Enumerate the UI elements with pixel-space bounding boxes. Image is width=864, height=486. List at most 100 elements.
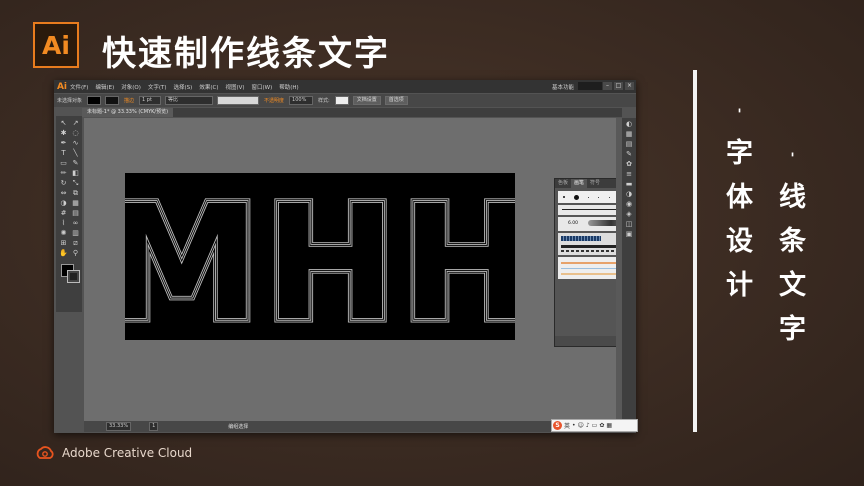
status-bar: 33.33% 1 编组选择 <box>84 421 622 432</box>
brushes-panel-icon[interactable]: ✎ <box>624 150 634 158</box>
tick-mark: ' <box>790 151 795 167</box>
color-panel-icon[interactable]: ◐ <box>624 120 634 128</box>
rectangle-tool-icon[interactable]: ▭ <box>59 159 68 167</box>
zoom-level-field[interactable]: 33.33% <box>106 422 132 431</box>
hand-tool-icon[interactable]: ✋ <box>59 249 68 257</box>
ime-skin-icon[interactable]: ✿ <box>599 422 604 429</box>
symbols-panel-icon[interactable]: ✿ <box>624 160 634 168</box>
ime-keyboard-icon[interactable]: ▭ <box>592 422 598 429</box>
ime-language[interactable]: 英 <box>564 421 570 430</box>
pen-tool-icon[interactable]: ✒ <box>59 139 68 147</box>
menu-effect[interactable]: 效果(C) <box>199 83 218 91</box>
selection-tool-icon[interactable]: ↖ <box>59 119 68 127</box>
tick-mark: ' <box>737 107 742 123</box>
menu-file[interactable]: 文件(F) <box>70 83 88 91</box>
ime-punctuation-icon[interactable]: • <box>572 422 576 429</box>
shape-builder-tool-icon[interactable]: ◑ <box>59 199 68 207</box>
maximize-button[interactable]: □ <box>614 82 623 90</box>
creative-cloud-logo: Adobe Creative Cloud <box>36 446 192 460</box>
artwork-fill: MHH <box>125 173 515 340</box>
brush-size-label: 6.00 <box>568 221 579 226</box>
footer-text: Adobe Creative Cloud <box>62 446 193 460</box>
style-label: 样式: <box>318 98 330 104</box>
workspace-switcher[interactable]: 基本功能 <box>552 83 574 91</box>
scale-tool-icon[interactable]: ⤡ <box>71 179 80 187</box>
blend-tool-icon[interactable]: ∞ <box>71 219 80 227</box>
mesh-tool-icon[interactable]: # <box>59 209 68 217</box>
layers-panel-icon[interactable]: ◫ <box>624 220 634 228</box>
document-setup-button[interactable]: 文档设置 <box>352 96 381 105</box>
menu-view[interactable]: 视图(V) <box>225 83 244 91</box>
opacity-input[interactable]: 100% <box>289 96 314 105</box>
canvas-area[interactable]: MHH MHH MHH MHH MHH MHH 色板 画笔 符号 基本 <box>84 118 636 421</box>
opacity-label[interactable]: 不透明度 <box>264 97 284 104</box>
close-button[interactable]: × <box>625 82 634 90</box>
eraser-tool-icon[interactable]: ◧ <box>71 169 80 177</box>
ime-emoji-icon[interactable]: ☺ <box>578 422 584 429</box>
rotate-tool-icon[interactable]: ↻ <box>59 179 68 187</box>
perspective-tool-icon[interactable]: ▦ <box>71 199 80 207</box>
graph-tool-icon[interactable]: ▥ <box>71 229 80 237</box>
type-tool-icon[interactable]: T <box>59 149 68 157</box>
tab-swatches[interactable]: 色板 <box>555 179 571 188</box>
divider-line <box>693 70 697 432</box>
input-method-toolbar: S 英 • ☺ ♪ ▭ ✿ ▦ <box>551 419 638 432</box>
direct-selection-tool-icon[interactable]: ↗ <box>71 119 80 127</box>
ime-voice-icon[interactable]: ♪ <box>586 422 590 429</box>
appearance-panel-icon[interactable]: ◉ <box>624 200 634 208</box>
preferences-button[interactable]: 首选项 <box>384 96 408 105</box>
eyedropper-tool-icon[interactable]: ⌇ <box>59 219 68 227</box>
slice-tool-icon[interactable]: ⧄ <box>71 239 80 247</box>
brush-definition-select[interactable] <box>217 96 260 105</box>
gradient-tool-icon[interactable]: ▤ <box>71 209 80 217</box>
style-swatch[interactable] <box>334 96 349 105</box>
current-tool-status: 编组选择 <box>228 424 249 430</box>
graphic-styles-icon[interactable]: ◈ <box>624 210 634 218</box>
stroke-swatch[interactable] <box>105 96 120 105</box>
minimize-button[interactable]: – <box>603 82 612 90</box>
sogou-logo-icon[interactable]: S <box>553 421 562 430</box>
transparency-panel-icon[interactable]: ◑ <box>624 190 634 198</box>
search-field[interactable] <box>578 82 602 90</box>
stroke-color-box[interactable] <box>67 270 80 283</box>
magic-wand-tool-icon[interactable]: ✱ <box>59 129 68 137</box>
brush-tool-icon[interactable]: ✎ <box>71 159 80 167</box>
menu-window[interactable]: 窗口(W) <box>252 83 273 91</box>
menu-select[interactable]: 选择(S) <box>174 83 193 91</box>
curvature-tool-icon[interactable]: ∿ <box>71 139 80 147</box>
artboards-panel-icon[interactable]: ▣ <box>624 230 634 238</box>
symbol-sprayer-tool-icon[interactable]: ✺ <box>59 229 68 237</box>
app-icon: Ai <box>56 81 68 92</box>
menu-type[interactable]: 文字(T) <box>148 83 167 91</box>
width-tool-icon[interactable]: ⇔ <box>59 189 68 197</box>
artboard-number-field[interactable]: 1 <box>149 422 159 431</box>
fill-swatch[interactable] <box>87 96 102 105</box>
tab-symbols[interactable]: 符号 <box>587 179 603 188</box>
zoom-tool-icon[interactable]: ⚲ <box>71 249 80 257</box>
menu-edit[interactable]: 编辑(E) <box>95 83 114 91</box>
swatches-panel-icon[interactable]: ▤ <box>624 140 634 148</box>
color-guide-icon[interactable]: ▦ <box>624 130 634 138</box>
pencil-tool-icon[interactable]: ✏ <box>59 169 68 177</box>
stroke-weight-input[interactable]: 1 pt <box>139 96 162 105</box>
vertical-char: 条 <box>779 226 806 257</box>
illustrator-window: Ai 文件(F) 编辑(E) 对象(O) 文字(T) 选择(S) 效果(C) 视… <box>54 80 636 433</box>
gradient-panel-icon[interactable]: ▬ <box>624 180 634 188</box>
stroke-label[interactable]: 描边 <box>124 97 134 104</box>
artboard-tool-icon[interactable]: ⊞ <box>59 239 68 247</box>
menu-object[interactable]: 对象(O) <box>121 83 141 91</box>
stroke-panel-icon[interactable]: ≡ <box>624 170 634 178</box>
free-transform-tool-icon[interactable]: ⧉ <box>71 189 80 197</box>
panel-dock: ◐ ▦ ▤ ✎ ✿ ≡ ▬ ◑ ◉ ◈ ◫ ▣ <box>622 118 636 428</box>
selection-status: 未选择对象 <box>57 98 83 104</box>
tab-brushes[interactable]: 画笔 <box>571 179 588 188</box>
menu-help[interactable]: 帮助(H) <box>279 83 298 91</box>
artboard[interactable]: MHH MHH MHH MHH MHH MHH <box>125 173 515 340</box>
tool-grid: ↖ ↗ ✱ ◌ ✒ ∿ T ╲ ▭ ✎ ✏ ◧ ↻ ⤡ ⇔ ⧉ ◑ ▦ # ▤ ⌇ ∞ ✺ ▥ ⊞ ⧄ ✋… <box>59 119 80 257</box>
lasso-tool-icon[interactable]: ◌ <box>71 129 80 137</box>
ime-tools-icon[interactable]: ▦ <box>606 422 612 429</box>
document-tab[interactable]: 未标题-1* @ 33.33% (CMYK/预览) <box>82 108 174 117</box>
menu-bar: Ai 文件(F) 编辑(E) 对象(O) 文字(T) 选择(S) 效果(C) 视… <box>54 80 636 93</box>
line-tool-icon[interactable]: ╲ <box>71 149 80 157</box>
stroke-profile-select[interactable]: 等比 <box>165 96 214 105</box>
